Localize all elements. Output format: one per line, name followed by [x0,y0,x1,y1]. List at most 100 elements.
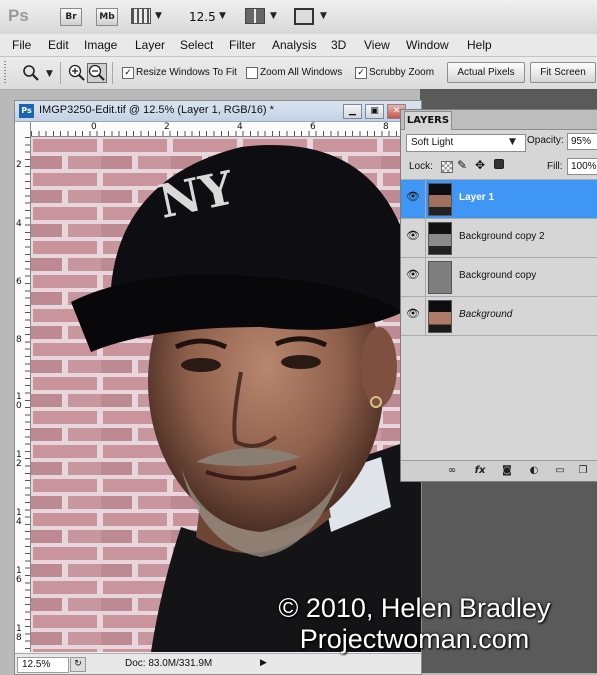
vertical-ruler[interactable]: 2 4 6 8 1 0 1 2 1 4 1 6 1 8 [15,122,31,652]
menu-help[interactable]: Help [467,38,492,52]
tab-layers[interactable]: LAYERS [404,111,452,130]
portrait-photo: NY [31,137,421,652]
status-menu-arrow-icon[interactable]: ▶ [260,658,267,668]
menu-view[interactable]: View [364,38,390,52]
layer-row-background-copy[interactable]: 👁 Background copy [401,257,597,296]
zoom-all-windows-label: Zoom All Windows [260,67,343,78]
new-group-icon[interactable]: ▭ [553,464,567,477]
launch-minibridge-button[interactable]: Mb [96,8,118,26]
lock-transparency-icon[interactable] [441,161,453,173]
opacity-label: Opacity: [527,135,564,146]
zoom-dropdown-icon[interactable]: ▼ [219,11,226,21]
fill-label: Fill: [547,161,563,172]
document-title-bar[interactable]: Ps IMGP3250-Edit.tif @ 12.5% (Layer 1, R… [15,101,421,122]
visibility-cell[interactable]: 👁 [401,180,426,218]
layer-row-background-copy-2[interactable]: 👁 Background copy 2 [401,218,597,257]
add-mask-icon[interactable]: ◙ [500,464,514,477]
copyright-watermark: © 2010, Helen Bradley Projectwoman.com [232,593,597,655]
visibility-cell[interactable]: 👁 [401,219,426,257]
extras-icon[interactable] [131,8,151,24]
ruler-label: 1 4 [16,508,22,527]
ruler-label: 2 [164,122,170,132]
menu-window[interactable]: Window [406,38,449,52]
options-bar: ▼ ✓ Resize Windows To Fit Zoom All Windo… [0,57,597,90]
resize-windows-label: Resize Windows To Fit [136,67,237,78]
adjustment-layer-icon[interactable]: ◐ [527,464,541,477]
new-layer-icon[interactable]: ❐ [576,464,590,477]
extras-dropdown-icon[interactable]: ▼ [155,11,162,21]
layer-thumbnail [428,261,452,294]
layer-name: Background [459,309,513,320]
menu-edit[interactable]: Edit [48,38,69,52]
fit-screen-button[interactable]: Fit Screen [530,62,596,83]
eye-icon[interactable]: 👁 [406,230,420,242]
blend-mode-select[interactable]: Soft Light [406,134,526,152]
scrubby-zoom-checkbox[interactable]: ✓ [355,67,367,79]
minimize-icon[interactable]: ▁ [343,104,362,119]
export-icon[interactable]: ↻ [70,657,86,672]
layers-panel-footer: ∞ fx ◙ ◐ ▭ ❐ [401,460,597,481]
grip-icon[interactable] [4,61,6,85]
menu-layer[interactable]: Layer [135,38,165,52]
menu-bar: File Edit Image Layer Select Filter Anal… [0,34,597,57]
resize-windows-checkbox[interactable]: ✓ [122,67,134,79]
arrange-documents-icon[interactable] [245,8,265,24]
lock-position-icon[interactable]: ✥ [475,158,485,172]
menu-3d[interactable]: 3D [331,38,346,52]
lock-all-icon[interactable] [494,159,504,169]
photoshop-document-icon: Ps [19,104,34,118]
lock-label: Lock: [409,161,433,172]
launch-bridge-button[interactable]: Br [60,8,82,26]
application-bar: Ps Br Mb ▼ 12.5 ▼ ▼ ▼ [0,0,597,35]
menu-filter[interactable]: Filter [229,38,256,52]
link-layers-icon[interactable]: ∞ [445,464,459,477]
visibility-cell[interactable]: 👁 [401,258,426,296]
lock-pixels-icon[interactable]: ✎ [457,158,467,172]
watermark-line-2: Projectwoman.com [299,624,530,654]
arrange-dropdown-icon[interactable]: ▼ [270,11,277,21]
layer-row-layer-1[interactable]: 👁 Layer 1 [401,179,597,218]
opacity-field[interactable]: 95% [567,133,597,150]
zoom-in-icon[interactable] [68,64,86,82]
zoom-tool-icon[interactable] [22,64,40,82]
ruler-label: 8 [383,122,389,132]
tool-preset-dropdown-icon[interactable]: ▼ [46,69,53,79]
zoom-all-windows-checkbox[interactable] [246,67,258,79]
actual-pixels-button[interactable]: Actual Pixels [447,62,525,83]
ruler-label: 6 [310,122,316,132]
divider [401,335,597,336]
document-window: Ps IMGP3250-Edit.tif @ 12.5% (Layer 1, R… [14,100,422,675]
photoshop-logo: Ps [8,6,29,25]
watermark-line-1: © 2010, Helen Bradley [278,593,551,623]
document-title: IMGP3250-Edit.tif @ 12.5% (Layer 1, RGB/… [39,104,274,116]
layer-name: Layer 1 [459,192,495,203]
visibility-cell[interactable]: 👁 [401,297,426,335]
layer-thumbnail [428,183,452,216]
separator [112,62,113,84]
layer-name: Background copy [459,270,537,281]
horizontal-ruler[interactable]: 0 2 4 6 8 [31,122,421,137]
layer-style-icon[interactable]: fx [473,464,487,477]
layer-row-background[interactable]: 👁 Background [401,296,597,335]
ruler-label: 1 8 [16,624,22,643]
zoom-level-value[interactable]: 12.5 [189,10,216,24]
zoom-out-icon[interactable] [87,63,107,83]
menu-image[interactable]: Image [84,38,117,52]
image-canvas[interactable]: NY [31,137,421,652]
ruler-label: 2 [16,160,22,170]
eye-icon[interactable]: 👁 [406,269,420,281]
ruler-label: 4 [237,122,243,132]
screen-mode-icon[interactable] [294,8,314,25]
maximize-icon[interactable]: ▣ [365,104,384,119]
ruler-label: 4 [16,219,22,229]
zoom-field[interactable]: 12.5% [17,657,69,673]
ruler-label: 8 [16,335,22,345]
menu-select[interactable]: Select [180,38,213,52]
menu-analysis[interactable]: Analysis [272,38,317,52]
blend-mode-dropdown-icon[interactable]: ▼ [509,137,516,147]
eye-icon[interactable]: 👁 [406,308,420,320]
screen-mode-dropdown-icon[interactable]: ▼ [320,11,327,21]
eye-icon[interactable]: 👁 [406,191,420,203]
menu-file[interactable]: File [12,38,31,52]
fill-field[interactable]: 100% [567,158,597,175]
